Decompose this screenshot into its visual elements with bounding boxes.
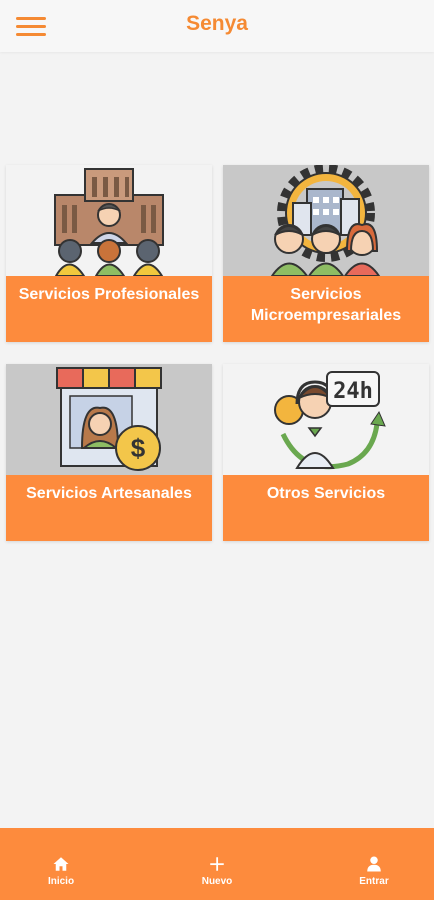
home-icon: [53, 857, 69, 871]
user-icon: [367, 856, 381, 872]
artisan-shop-icon: $: [6, 364, 212, 475]
app-title: Senya: [186, 12, 248, 35]
category-label: Servicios Profesionales: [6, 276, 212, 342]
category-card-artesanales[interactable]: $ Servicios Artesanales: [6, 364, 212, 541]
top-app-bar: Senya: [0, 0, 434, 52]
category-card-microempresariales[interactable]: Servicios Microempresariales: [223, 165, 429, 342]
nav-label: Nuevo: [201, 876, 233, 887]
nav-inicio[interactable]: Inicio: [21, 855, 101, 887]
professionals-group-icon: [6, 165, 212, 276]
category-label: Servicios Microempresariales: [223, 276, 429, 342]
support-24h-icon: 24h: [223, 364, 429, 475]
category-label: Otros Servicios: [223, 475, 429, 541]
nav-entrar[interactable]: Entrar: [334, 855, 414, 887]
nav-label: Entrar: [359, 876, 389, 887]
svg-text:24h: 24h: [333, 379, 373, 404]
svg-text:$: $: [131, 433, 146, 463]
plus-icon: [210, 857, 224, 871]
category-card-profesionales[interactable]: Servicios Profesionales: [6, 165, 212, 342]
nav-label: Inicio: [47, 876, 75, 887]
nav-nuevo[interactable]: Nuevo: [177, 855, 257, 887]
category-label: Servicios Artesanales: [6, 475, 212, 541]
category-card-otros[interactable]: 24h Otros Servicios: [223, 364, 429, 541]
bottom-navigation-bar: Inicio Nuevo Entrar: [0, 828, 434, 900]
business-team-icon: [223, 165, 429, 276]
